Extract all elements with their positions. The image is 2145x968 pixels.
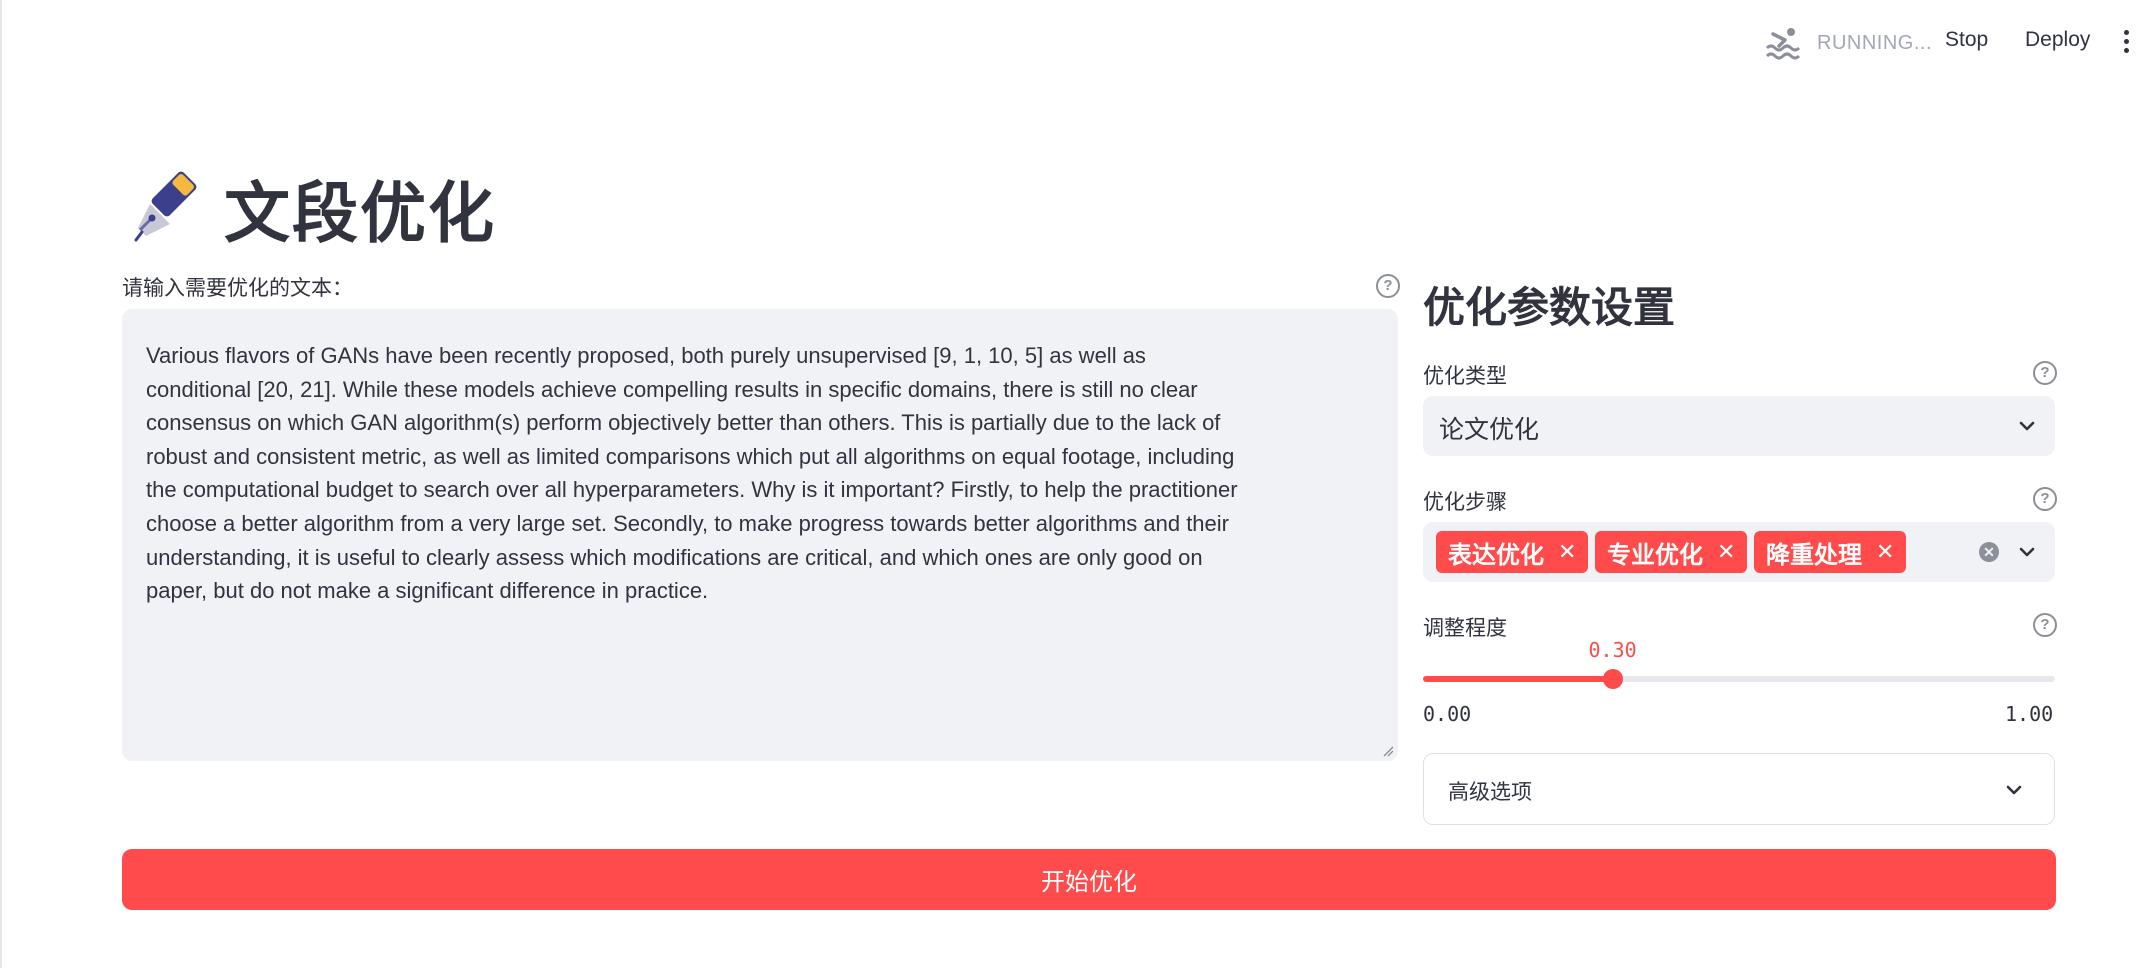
slider-thumb[interactable] [1602,669,1623,689]
remove-tag-icon[interactable]: ✕ [1876,540,1894,565]
help-icon[interactable]: ? [2033,361,2057,385]
kebab-dot-icon [2123,48,2129,53]
app-header: RUNNING... Stop Deploy [0,0,2145,88]
step-tag: 表达优化 ✕ [1436,531,1589,573]
remove-tag-icon[interactable]: ✕ [1558,540,1576,565]
status-text: RUNNING... [1817,31,1932,54]
step-tag: 降重处理 ✕ [1754,531,1907,573]
step-tag-label: 表达优化 [1448,540,1544,569]
stop-button[interactable]: Stop [1945,28,1988,52]
page-title-row: 文段优化 [128,160,496,256]
optimization-type-label: 优化类型 [1423,364,1507,388]
adjustment-degree-slider[interactable]: 0.30 [1423,638,2055,689]
main-menu-button[interactable] [2120,30,2132,58]
advanced-options-label: 高级选项 [1448,780,1532,804]
optimization-type-value: 论文优化 [1439,415,1540,444]
slider-current-value: 0.30 [1588,638,1637,662]
page-title: 文段优化 [224,175,496,252]
swimmer-icon [1765,28,1801,60]
slider-max-label: 1.00 [2005,702,2054,726]
remove-tag-icon[interactable]: ✕ [1717,540,1735,565]
step-tag-label: 专业优化 [1607,540,1703,569]
clear-all-icon[interactable]: ✕ [1979,542,1999,562]
advanced-options-expander[interactable]: 高级选项 [1423,753,2055,825]
help-icon[interactable]: ? [2033,487,2057,511]
slider-min-label: 0.00 [1423,702,1472,726]
deploy-button[interactable]: Deploy [2025,28,2090,52]
help-icon[interactable]: ? [2033,613,2057,637]
optimization-steps-multiselect[interactable]: 表达优化 ✕ 专业优化 ✕ 降重处理 ✕ ✕ [1423,522,2055,582]
resize-handle-icon[interactable] [1382,745,1394,757]
text-input-label: 请输入需要优化的文本： [122,276,353,300]
step-tag: 专业优化 ✕ [1595,531,1748,573]
start-optimization-button[interactable]: 开始优化 [122,849,2056,910]
adjustment-degree-label: 调整程度 [1423,616,1507,640]
text-input-value[interactable]: Various flavors of GANs have been recent… [146,339,1246,608]
chevron-down-icon [2006,785,2022,795]
optimization-type-select[interactable]: 论文优化 [1423,396,2055,456]
running-status: RUNNING... [1765,26,1932,60]
help-icon[interactable]: ? [1376,274,1400,298]
settings-title: 优化参数设置 [1423,283,1676,332]
left-border [0,0,2,968]
chevron-down-icon [2019,421,2035,431]
fountain-pen-icon [134,171,197,242]
kebab-dot-icon [2123,39,2129,44]
step-tag-label: 降重处理 [1766,540,1862,569]
slider-fill [1423,676,1613,682]
text-input-area[interactable]: Various flavors of GANs have been recent… [122,309,1398,761]
chevron-down-icon[interactable] [2017,542,2037,562]
optimization-steps-label: 优化步骤 [1423,490,1507,514]
kebab-dot-icon [2123,30,2129,35]
